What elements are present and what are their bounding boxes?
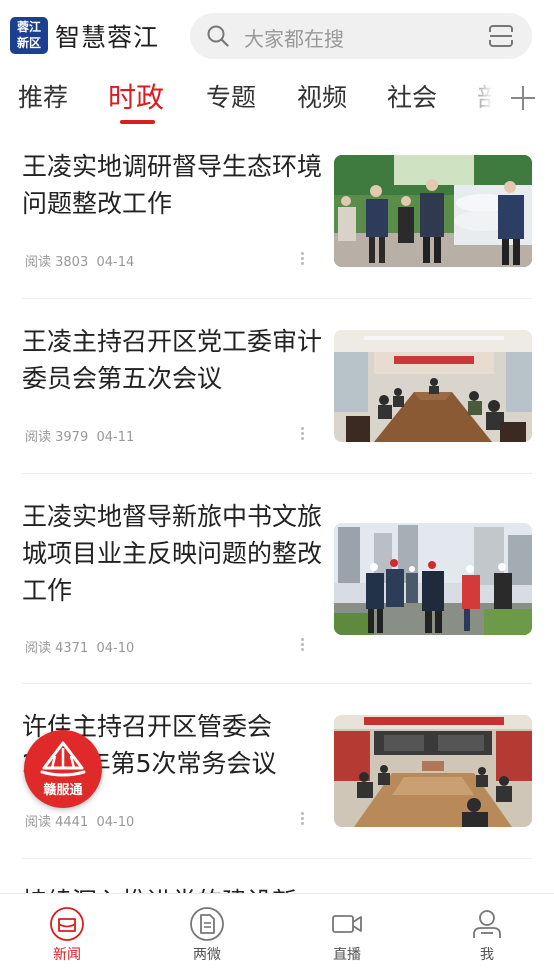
news-thumbnail [334, 155, 532, 267]
publish-date: 04-11 [96, 430, 135, 445]
user-icon [473, 910, 501, 938]
divider [22, 298, 532, 299]
logo-line-2: 新区 [16, 36, 41, 50]
news-title: 王凌实地督导新旅中书文旅城项目业主反映问题的整改工作 [22, 502, 323, 605]
bottom-navigation: 新闻 两微 直播 我 [0, 893, 554, 970]
news-item[interactable]: 持续深入推进党的建设新 [22, 883, 532, 893]
divider [22, 473, 532, 474]
service-logo-icon [40, 741, 86, 777]
nav-me-label: 我 [480, 947, 494, 963]
add-tab-icon[interactable] [505, 80, 541, 116]
news-meta: 阅读 4441 04-10 [25, 811, 134, 830]
news-icon [50, 907, 84, 941]
app-header: 蓉江 新区 智慧蓉江 大家都在搜 [0, 0, 554, 72]
nav-live-label: 直播 [333, 947, 361, 963]
news-meta: 阅读 3979 04-11 [25, 426, 134, 445]
more-options-icon[interactable] [300, 252, 306, 266]
news-item[interactable]: 王凌实地调研督导生态环境问题整改工作 阅读 3803 04-14 [22, 148, 532, 298]
nav-social[interactable]: 两微 [157, 894, 257, 970]
search-placeholder: 大家都在搜 [244, 27, 344, 51]
news-title: 王凌主持召开区党工委审计委员会第五次会议 [22, 327, 323, 393]
news-meta: 阅读 4371 04-10 [25, 637, 134, 656]
tab-fade-overlay [458, 72, 508, 128]
tab-recommend[interactable]: 推荐 [18, 78, 68, 114]
gan-service-button[interactable]: 赣服通 [24, 730, 102, 808]
category-tabs: 推荐 时政 专题 视频 社会 部 [0, 72, 554, 128]
video-camera-icon [332, 915, 362, 933]
more-options-icon[interactable] [300, 427, 306, 441]
divider [22, 858, 532, 859]
scan-icon[interactable] [488, 24, 514, 48]
news-title: 王凌实地调研督导生态环境问题整改工作 [22, 152, 323, 218]
news-title: 持续深入推进党的建设新 [22, 883, 342, 893]
nav-me[interactable]: 我 [437, 894, 537, 970]
service-button-label: 赣服通 [43, 783, 83, 798]
tab-politics[interactable]: 时政 [108, 76, 164, 116]
read-count: 阅读 3803 [25, 255, 89, 270]
news-item[interactable]: 王凌主持召开区党工委审计委员会第五次会议 阅读 3979 04-11 [22, 323, 532, 473]
tab-video[interactable]: 视频 [297, 78, 347, 114]
nav-news-label: 新闻 [53, 947, 81, 963]
active-tab-indicator [120, 120, 155, 124]
news-item[interactable]: 王凌实地督导新旅中书文旅城项目业主反映问题的整改工作 阅读 4371 04-10 [22, 498, 532, 683]
more-options-icon[interactable] [300, 638, 306, 652]
read-count: 阅读 3979 [25, 430, 89, 445]
tab-topics[interactable]: 专题 [206, 78, 256, 114]
news-thumbnail [334, 715, 532, 827]
publish-date: 04-10 [96, 815, 135, 830]
document-icon [190, 907, 224, 941]
news-meta: 阅读 3803 04-14 [25, 251, 134, 270]
nav-social-label: 两微 [193, 947, 221, 963]
news-thumbnail [334, 330, 532, 442]
app-title: 智慧蓉江 [55, 23, 160, 52]
search-bar[interactable]: 大家都在搜 [190, 13, 532, 59]
nav-news[interactable]: 新闻 [17, 894, 117, 970]
nav-live[interactable]: 直播 [297, 894, 397, 970]
app-logo: 蓉江 新区 [10, 17, 48, 54]
news-thumbnail [334, 523, 532, 635]
divider [22, 683, 532, 684]
publish-date: 04-10 [96, 641, 135, 656]
read-count: 阅读 4371 [25, 641, 89, 656]
logo-line-1: 蓉江 [16, 20, 41, 34]
read-count: 阅读 4441 [25, 815, 89, 830]
more-options-icon[interactable] [300, 812, 306, 826]
publish-date: 04-14 [96, 255, 135, 270]
search-icon [207, 25, 229, 47]
tab-society[interactable]: 社会 [387, 78, 437, 114]
